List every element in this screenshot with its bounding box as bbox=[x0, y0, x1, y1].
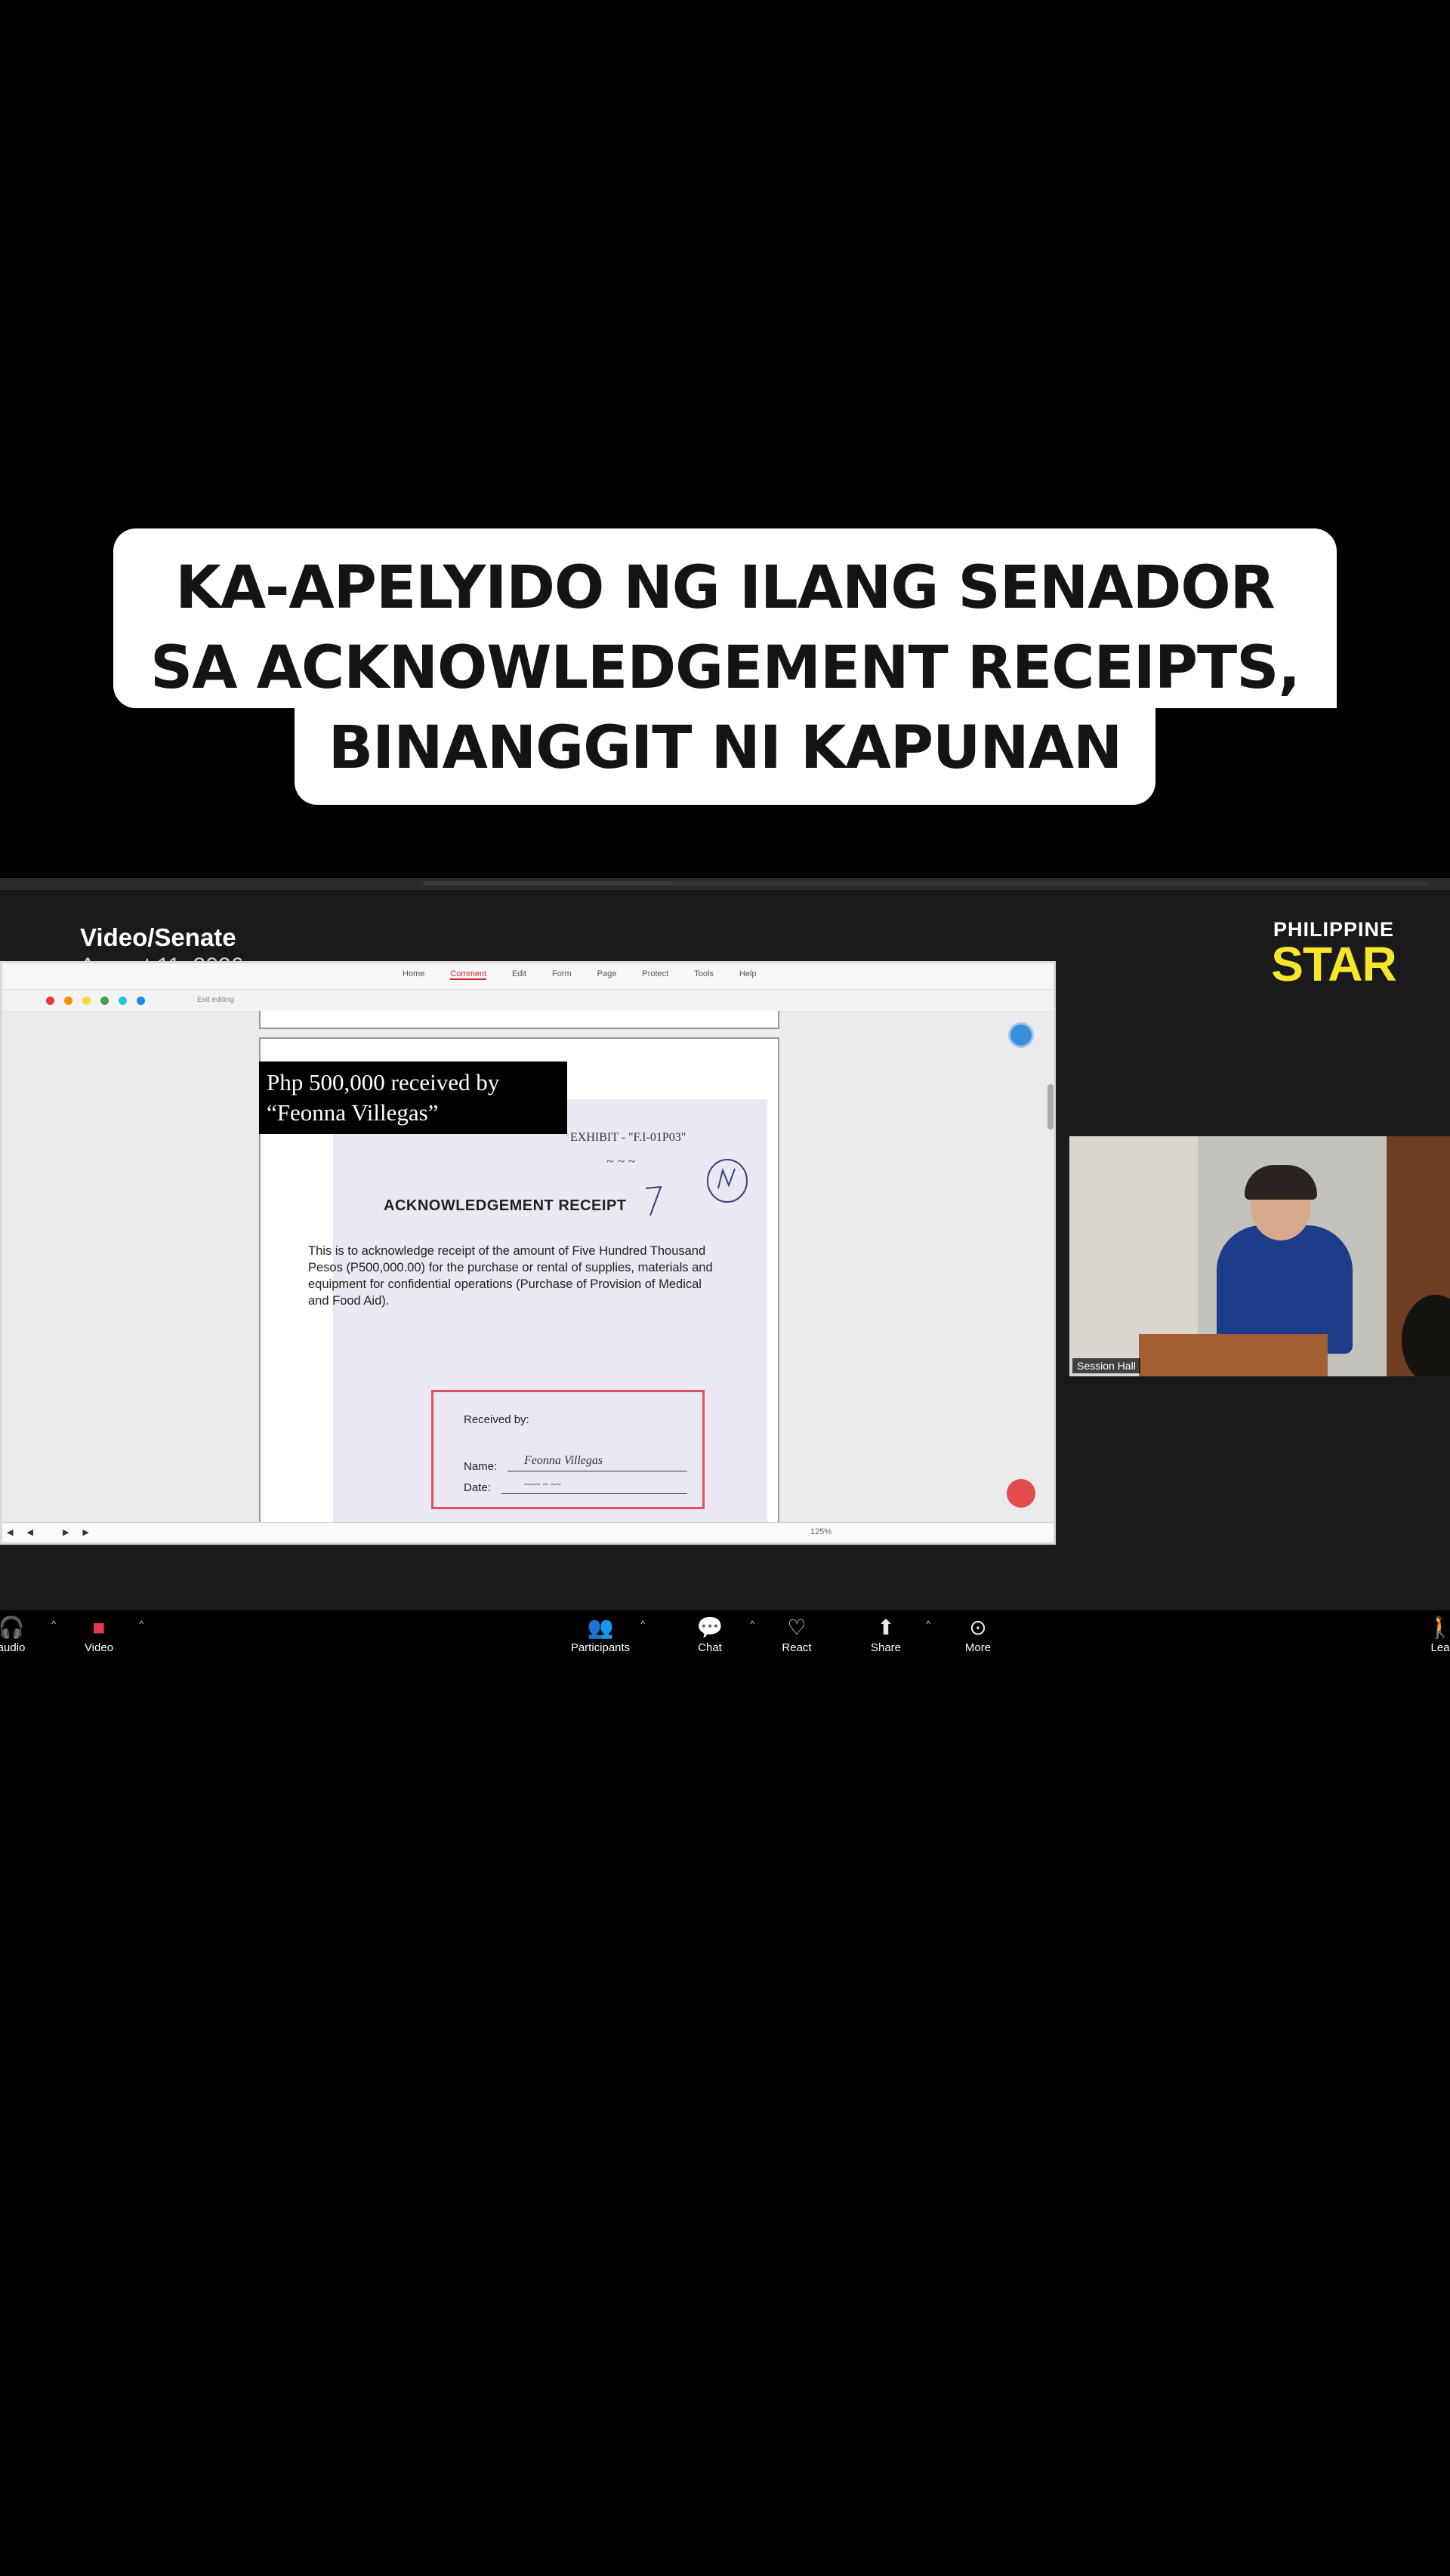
participants-button[interactable]: 👥 Participants ^ bbox=[566, 1614, 645, 1654]
brand-main: STAR bbox=[1271, 937, 1396, 991]
share-screen-icon: ⬆ bbox=[877, 1616, 895, 1639]
caption-line-1: KA-APELYIDO NG ILANG SENADOR bbox=[113, 528, 1337, 628]
caption-line-2: SA ACKNOWLEDGEMENT RECEIPTS, bbox=[113, 628, 1337, 708]
video-frame: Video/Senate August 11, 2026 PHILIPPINE … bbox=[0, 878, 1450, 1652]
headphone-icon: 🎧 bbox=[0, 1616, 25, 1639]
ai-assistant-icon[interactable] bbox=[1008, 1022, 1034, 1048]
brand-logo: PHILIPPINE STAR bbox=[1266, 918, 1402, 991]
camera-tag: Session Hall bbox=[1072, 1358, 1140, 1373]
orange-color-dot[interactable] bbox=[64, 997, 72, 1005]
yellow-color-dot[interactable] bbox=[82, 997, 91, 1005]
banner-line-2: “Feonna Villegas” bbox=[267, 1099, 439, 1126]
blue-color-dot[interactable] bbox=[137, 997, 145, 1005]
exhibit-stamp: EXHIBIT - "F.I-01P03" bbox=[570, 1131, 686, 1144]
red-color-dot[interactable] bbox=[46, 997, 54, 1005]
handwritten-mark bbox=[645, 1185, 662, 1216]
pdf-toolbar: Exit editing bbox=[2, 990, 1054, 1012]
menu-item-tools[interactable]: Tools bbox=[694, 969, 714, 980]
video-credit: Video/Senate bbox=[80, 923, 236, 951]
speaker-video: Session Hall bbox=[1069, 1136, 1450, 1376]
video-off-icon: ■ bbox=[92, 1616, 106, 1639]
amount-banner: Php 500,000 received by “Feonna Villegas… bbox=[259, 1062, 567, 1134]
chevron-up-icon[interactable]: ^ bbox=[926, 1619, 930, 1629]
cyan-color-dot[interactable] bbox=[119, 997, 127, 1005]
signature-name: Feonna Villegas bbox=[524, 1454, 603, 1467]
chevron-up-icon[interactable]: ^ bbox=[51, 1619, 56, 1629]
menu-item-help[interactable]: Help bbox=[739, 969, 757, 980]
menu-item-home[interactable]: Home bbox=[403, 969, 424, 980]
banner-line-1: Php 500,000 received by bbox=[267, 1069, 500, 1095]
received-by-box: Received by: Name: Feonna Villegas Date:… bbox=[431, 1390, 705, 1509]
handwritten-initial-circle bbox=[707, 1159, 748, 1203]
chat-button[interactable]: 💬 Chat ^ bbox=[676, 1614, 754, 1654]
date-line bbox=[501, 1493, 687, 1494]
menu-item-form[interactable]: Form bbox=[552, 969, 572, 980]
more-icon: ⊙ bbox=[969, 1616, 987, 1639]
share-button[interactable]: ⬆ Share ^ bbox=[852, 1614, 930, 1654]
heart-icon: ♡ bbox=[787, 1616, 807, 1639]
menu-item-page[interactable]: Page bbox=[597, 969, 617, 980]
tool-icon[interactable] bbox=[1007, 1479, 1035, 1508]
react-button[interactable]: ♡ React bbox=[763, 1614, 831, 1654]
leave-button[interactable]: 🚶 Lea bbox=[1406, 1614, 1450, 1654]
exit-editing-button[interactable]: Exit editing bbox=[197, 996, 234, 1004]
video-button[interactable]: ■ Video ^ bbox=[65, 1614, 143, 1654]
pdf-status-bar: ◀◀ ▶▶ 125% bbox=[2, 1522, 1054, 1542]
podium bbox=[1139, 1334, 1328, 1376]
chevron-up-icon[interactable]: ^ bbox=[750, 1619, 754, 1629]
received-by-label: Received by: bbox=[464, 1413, 529, 1426]
chevron-up-icon[interactable]: ^ bbox=[139, 1619, 143, 1629]
zoom-level[interactable]: 125% bbox=[810, 1527, 831, 1536]
pdf-menu: Home Comment Edit Form Page Protect Tool… bbox=[403, 969, 757, 980]
more-button[interactable]: ⊙ More bbox=[944, 1614, 1012, 1654]
vertical-scrollbar[interactable] bbox=[1047, 1084, 1054, 1129]
participants-icon: 👥 bbox=[587, 1616, 614, 1639]
name-label: Name: bbox=[464, 1460, 498, 1473]
receipt-title: ACKNOWLEDGEMENT RECEIPT bbox=[384, 1197, 627, 1214]
chat-icon: 💬 bbox=[696, 1616, 723, 1639]
date-label: Date: bbox=[464, 1481, 491, 1494]
menu-item-protect[interactable]: Protect bbox=[642, 969, 668, 980]
menu-item-edit[interactable]: Edit bbox=[512, 969, 526, 980]
window-top-bar bbox=[0, 878, 1450, 890]
menu-item-comment[interactable]: Comment bbox=[450, 969, 487, 980]
green-color-dot[interactable] bbox=[100, 997, 109, 1005]
chevron-up-icon[interactable]: ^ bbox=[640, 1619, 645, 1629]
receipt-body: This is to acknowledge receipt of the am… bbox=[308, 1244, 713, 1308]
headline-caption: KA-APELYIDO NG ILANG SENADOR SA ACKNOWLE… bbox=[0, 528, 1450, 805]
shared-screen: Home Comment Edit Form Page Protect Tool… bbox=[0, 961, 1056, 1545]
previous-page-edge bbox=[259, 1011, 779, 1029]
handwritten-note: ~ ~ ~ bbox=[606, 1154, 636, 1169]
audio-button[interactable]: 🎧 audio ^ bbox=[0, 1614, 56, 1654]
page-navigation[interactable]: ◀◀ ▶▶ bbox=[7, 1527, 103, 1537]
meeting-controls: 🎧 audio ^ ■ Video ^ 👥 Participants ^ 💬 C… bbox=[0, 1610, 1450, 1667]
pdf-menu-bar: Home Comment Edit Form Page Protect Tool… bbox=[2, 963, 1054, 990]
caption-line-3: BINANGGIT NI KAPUNAN bbox=[295, 708, 1155, 805]
leave-icon: 🚶 bbox=[1427, 1616, 1450, 1639]
signature-date: ~~~ ~ ~~ bbox=[524, 1478, 561, 1490]
